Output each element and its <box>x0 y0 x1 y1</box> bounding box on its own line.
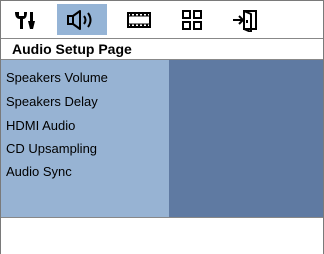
tab-preference-setup[interactable] <box>175 4 209 35</box>
menu-item-hdmi-audio[interactable]: HDMI Audio <box>6 117 75 135</box>
menu-item-speakers-volume[interactable]: Speakers Volume <box>6 69 108 87</box>
tab-general-setup[interactable] <box>9 4 41 35</box>
status-area <box>1 217 323 254</box>
film-icon <box>126 10 152 30</box>
speaker-icon <box>65 8 99 32</box>
settings-panel: Speakers Volume Speakers Delay HDMI Audi… <box>1 60 323 217</box>
tab-exit[interactable] <box>225 4 265 35</box>
setup-menu-window: Audio Setup Page Speakers Volume Speaker… <box>0 0 324 254</box>
menu-item-speakers-delay[interactable]: Speakers Delay <box>6 93 98 111</box>
grid-icon <box>180 8 204 32</box>
page-title: Audio Setup Page <box>1 38 323 60</box>
page-title-text: Audio Setup Page <box>12 41 132 57</box>
menu-list: Speakers Volume Speakers Delay HDMI Audi… <box>1 60 169 217</box>
tools-icon <box>12 8 38 32</box>
menu-item-cd-upsampling[interactable]: CD Upsampling <box>6 140 97 158</box>
setup-icon-bar <box>1 1 323 38</box>
menu-item-audio-sync[interactable]: Audio Sync <box>6 163 72 181</box>
tab-audio-setup[interactable] <box>57 4 107 35</box>
exit-icon <box>230 8 260 32</box>
tab-video-setup[interactable] <box>121 4 157 35</box>
options-panel <box>169 60 323 217</box>
